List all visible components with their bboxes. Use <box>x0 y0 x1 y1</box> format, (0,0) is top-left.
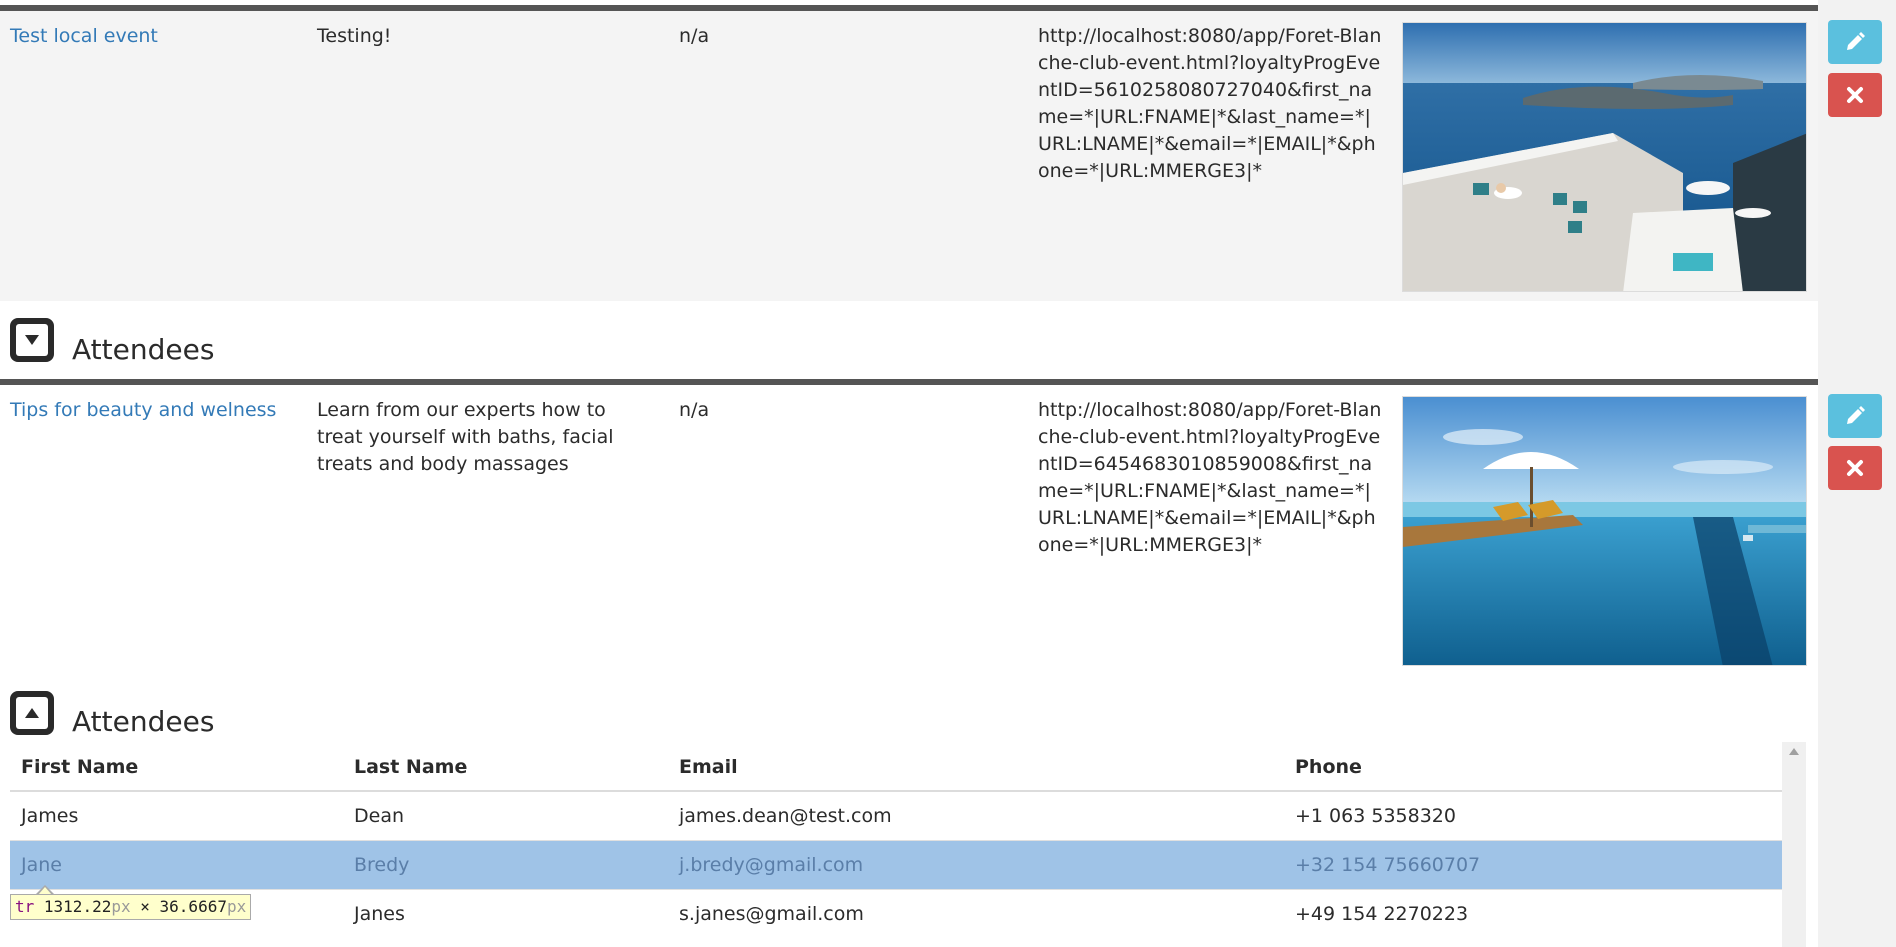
cell-last-name: Janes <box>354 903 405 925</box>
edit-event-button[interactable] <box>1828 20 1882 64</box>
cell-email: j.bredy@gmail.com <box>679 854 864 876</box>
tooltip-separator: × <box>140 897 150 916</box>
cell-phone: +32 154 75660707 <box>1295 854 1481 876</box>
edit-event-button[interactable] <box>1828 394 1882 438</box>
attendees-toggle-button[interactable] <box>10 691 54 735</box>
cell-first-name: Jane <box>21 854 62 876</box>
event-image-pool <box>1402 396 1807 666</box>
cell-first-name: James <box>21 805 79 827</box>
event-location: n/a <box>679 399 710 421</box>
tooltip-unit: px <box>111 897 131 916</box>
attendees-heading: Attendees <box>72 333 215 366</box>
tooltip-height: 36.6667 <box>159 897 227 916</box>
table-scrollbar[interactable] <box>1782 742 1806 947</box>
event-image-terrace <box>1402 22 1807 292</box>
caret-down-icon <box>25 335 39 345</box>
table-row[interactable]: Janes s.janes@gmail.com +49 154 2270223 <box>10 890 1782 939</box>
cell-email: s.janes@gmail.com <box>679 903 864 925</box>
event-row: Test local event Testing! n/a http://loc… <box>0 11 1818 301</box>
cell-phone: +49 154 2270223 <box>1295 903 1469 925</box>
cell-phone: +1 063 5358320 <box>1295 805 1456 827</box>
delete-event-button[interactable] <box>1828 446 1882 490</box>
column-header-email[interactable]: Email <box>679 756 738 778</box>
cell-last-name: Dean <box>354 805 405 827</box>
caret-up-icon <box>25 708 39 718</box>
tooltip-width: 1312.22 <box>43 897 112 916</box>
element-inspector-tooltip: tr 1312.22px × 36.6667px <box>10 894 252 920</box>
cell-email: james.dean@test.com <box>679 805 892 827</box>
column-header-first-name[interactable]: First Name <box>21 756 138 778</box>
attendees-table: First Name Last Name Email Phone James D… <box>10 742 1782 947</box>
attendees-toggle-button[interactable] <box>10 318 54 362</box>
event-description: Learn from our experts how to treat your… <box>317 399 614 475</box>
event-row: Tips for beauty and welness Learn from o… <box>0 385 1818 675</box>
event-title-link[interactable]: Test local event <box>10 23 158 49</box>
column-header-last-name[interactable]: Last Name <box>354 756 467 778</box>
scroll-up-arrow-icon[interactable] <box>1789 748 1799 755</box>
pencil-icon <box>1847 406 1865 424</box>
attendees-heading: Attendees <box>72 705 215 738</box>
pencil-icon <box>1847 32 1865 50</box>
table-row-selected[interactable]: Jane Bredy j.bredy@gmail.com +32 154 756… <box>10 841 1782 890</box>
event-description: Testing! <box>317 25 392 47</box>
tooltip-unit: px <box>226 897 247 916</box>
cell-last-name: Bredy <box>354 854 410 876</box>
event-title-link[interactable]: Tips for beauty and welness <box>10 397 276 423</box>
close-icon <box>1847 460 1863 476</box>
event-url: http://localhost:8080/app/Foret-Blanche-… <box>1038 399 1382 556</box>
tooltip-tag: tr <box>15 897 35 916</box>
delete-event-button[interactable] <box>1828 73 1882 117</box>
table-row[interactable]: James Dean james.dean@test.com +1 063 53… <box>10 792 1782 841</box>
event-url: http://localhost:8080/app/Foret-Blanche-… <box>1038 25 1382 182</box>
event-location: n/a <box>679 25 710 47</box>
close-icon <box>1847 87 1863 103</box>
column-header-phone[interactable]: Phone <box>1295 756 1362 778</box>
